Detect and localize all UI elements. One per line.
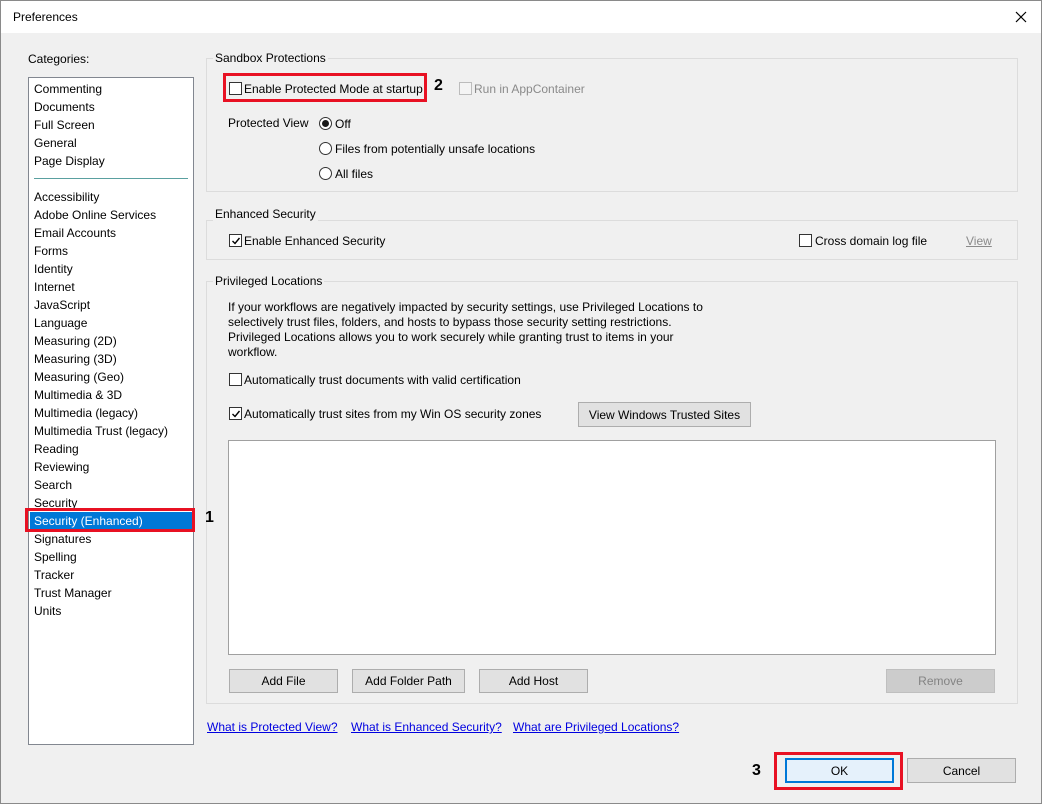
category-item[interactable]: Documents <box>30 98 192 116</box>
close-icon <box>1015 11 1027 23</box>
category-item[interactable]: Internet <box>30 278 192 296</box>
category-item[interactable]: Language <box>30 314 192 332</box>
view-log-link[interactable]: View <box>966 234 992 248</box>
protected-view-option-label: Off <box>335 117 351 131</box>
cross-domain-log-label: Cross domain log file <box>815 234 928 248</box>
checkmark-icon <box>231 410 240 418</box>
title-bar: Preferences <box>1 1 1041 33</box>
checkmark-icon <box>231 237 240 245</box>
category-item[interactable]: Full Screen <box>30 116 192 134</box>
category-item[interactable]: Tracker <box>30 566 192 584</box>
protected-view-label: Protected View <box>228 116 309 130</box>
trust-certified-docs-label: Automatically trust documents with valid… <box>244 373 521 387</box>
privileged-description-line: selectively trust files, folders, and ho… <box>228 315 672 329</box>
cross-domain-log-checkbox[interactable] <box>799 234 812 247</box>
category-item[interactable]: Forms <box>30 242 192 260</box>
privileged-description-line: Privileged Locations allows you to work … <box>228 330 674 344</box>
privileged-locations-title: Privileged Locations <box>213 274 325 288</box>
category-item[interactable]: Reviewing <box>30 458 192 476</box>
category-item[interactable]: Reading <box>30 440 192 458</box>
what-is-enhanced-security-link[interactable]: What is Enhanced Security? <box>351 720 502 734</box>
category-item[interactable]: Email Accounts <box>30 224 192 242</box>
category-item[interactable]: Spelling <box>30 548 192 566</box>
category-item[interactable]: Multimedia (legacy) <box>30 404 192 422</box>
trust-os-sites-label: Automatically trust sites from my Win OS… <box>244 407 542 421</box>
category-item[interactable]: Accessibility <box>30 188 192 206</box>
privileged-locations-list[interactable] <box>228 440 996 655</box>
annotation-box-1 <box>25 508 195 532</box>
add-folder-path-button[interactable]: Add Folder Path <box>352 669 465 693</box>
annotation-box-2 <box>223 73 427 102</box>
radio-selected-dot <box>322 120 329 127</box>
privileged-description-line: If your workflows are negatively impacte… <box>228 300 703 314</box>
category-item[interactable]: Measuring (2D) <box>30 332 192 350</box>
trust-os-sites-checkbox[interactable] <box>229 407 242 420</box>
view-windows-trusted-sites-button[interactable]: View Windows Trusted Sites <box>578 402 751 427</box>
category-item[interactable]: General <box>30 134 192 152</box>
category-item[interactable]: Multimedia & 3D <box>30 386 192 404</box>
privileged-description-line: workflow. <box>228 345 278 359</box>
protected-view-option-label: All files <box>335 167 374 181</box>
category-item[interactable]: JavaScript <box>30 296 192 314</box>
annotation-number-3: 3 <box>752 762 761 779</box>
close-button[interactable] <box>1007 5 1035 29</box>
add-file-button[interactable]: Add File <box>229 669 338 693</box>
add-host-button[interactable]: Add Host <box>479 669 588 693</box>
appcontainer-checkbox[interactable] <box>459 82 472 95</box>
category-item[interactable]: Commenting <box>30 80 192 98</box>
appcontainer-label: Run in AppContainer <box>474 82 585 96</box>
cancel-button[interactable]: Cancel <box>907 758 1016 783</box>
protected-view-option-label: Files from potentially unsafe locations <box>335 142 536 156</box>
annotation-box-3 <box>774 752 903 790</box>
window-title: Preferences <box>13 10 78 24</box>
category-item[interactable]: Measuring (3D) <box>30 350 192 368</box>
category-item[interactable]: Units <box>30 602 192 620</box>
preferences-dialog: Preferences Categories: Commenting Docum… <box>0 0 1042 804</box>
categories-list[interactable]: Commenting Documents Full Screen General… <box>28 77 194 745</box>
protected-view-unsafe-radio[interactable] <box>319 142 332 155</box>
category-item[interactable]: Adobe Online Services <box>30 206 192 224</box>
category-separator <box>34 178 188 179</box>
what-is-protected-view-link[interactable]: What is Protected View? <box>207 720 338 734</box>
annotation-number-1: 1 <box>205 509 214 526</box>
annotation-number-2: 2 <box>434 77 443 94</box>
category-item[interactable]: Identity <box>30 260 192 278</box>
enhanced-security-checkbox[interactable] <box>229 234 242 247</box>
category-item[interactable]: Trust Manager <box>30 584 192 602</box>
category-item[interactable]: Search <box>30 476 192 494</box>
categories-label: Categories: <box>28 52 90 66</box>
protected-view-all-radio[interactable] <box>319 167 332 180</box>
enhanced-security-title: Enhanced Security <box>213 207 318 221</box>
category-item[interactable]: Multimedia Trust (legacy) <box>30 422 192 440</box>
sandbox-protections-title: Sandbox Protections <box>213 51 328 65</box>
category-item[interactable]: Measuring (Geo) <box>30 368 192 386</box>
protected-view-off-radio[interactable] <box>319 117 332 130</box>
remove-button[interactable]: Remove <box>886 669 995 693</box>
enhanced-security-label: Enable Enhanced Security <box>244 234 386 248</box>
category-item[interactable]: Signatures <box>30 530 192 548</box>
trust-certified-docs-checkbox[interactable] <box>229 373 242 386</box>
category-item[interactable]: Page Display <box>30 152 192 170</box>
what-are-privileged-locations-link[interactable]: What are Privileged Locations? <box>513 720 679 734</box>
